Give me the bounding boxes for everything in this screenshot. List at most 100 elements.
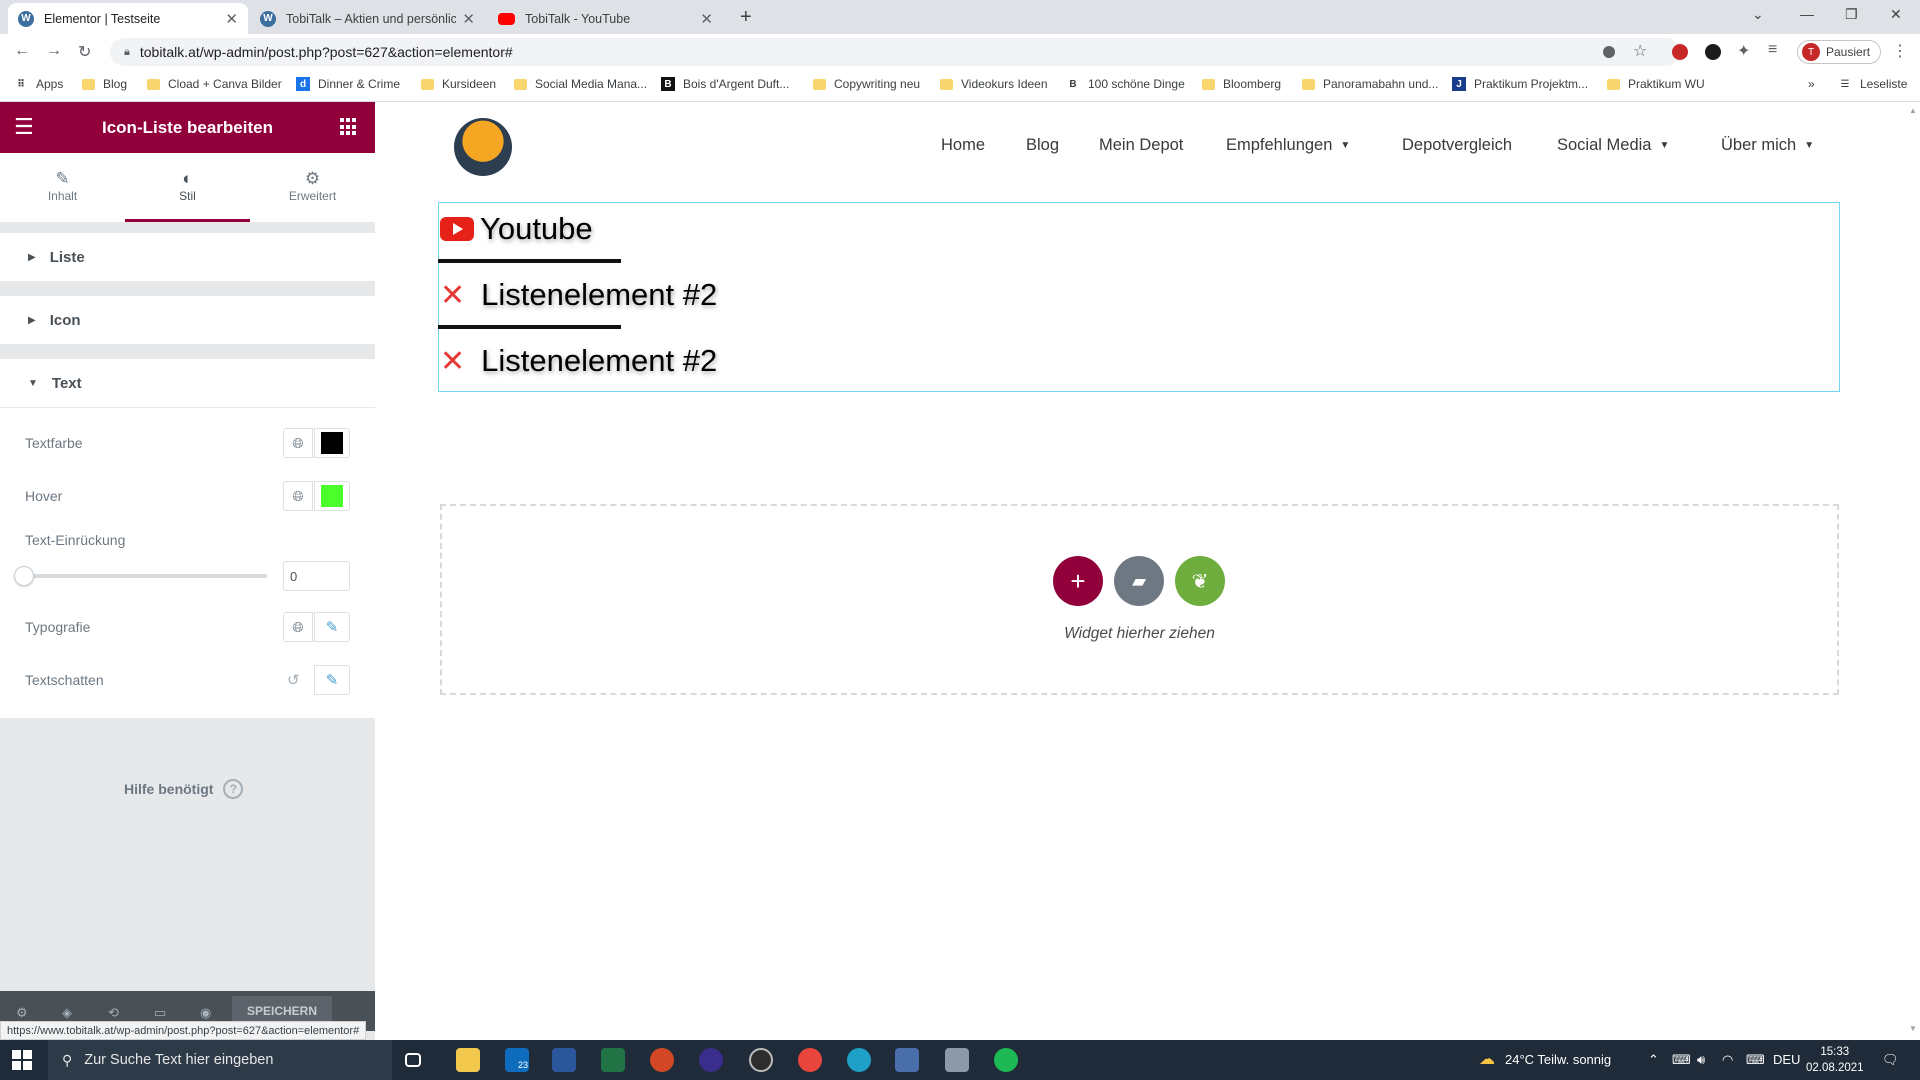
nav-social-media[interactable]: Social Media ▼: [1557, 136, 1669, 155]
back-icon[interactable]: ←: [14, 42, 30, 60]
language-indicator[interactable]: DEU: [1773, 1052, 1800, 1067]
browser-menu-icon[interactable]: ⋮: [1892, 41, 1908, 61]
volume-icon[interactable]: 🔊︎: [1697, 1052, 1705, 1068]
app-icon[interactable]: [945, 1048, 969, 1072]
word-icon[interactable]: [552, 1048, 576, 1072]
bookmark-social-media[interactable]: Social Media Mana...: [514, 77, 647, 91]
nav-depotvergleich[interactable]: Depotvergleich: [1402, 136, 1512, 155]
globe-icon[interactable]: 🌐︎: [283, 481, 313, 511]
task-view-icon[interactable]: [405, 1053, 421, 1067]
spotify-icon[interactable]: [994, 1048, 1018, 1072]
taskbar-search[interactable]: ⚲ Zur Suche Text hier eingeben: [48, 1040, 392, 1080]
obs-icon[interactable]: [749, 1048, 773, 1072]
tab-inhalt[interactable]: ✎ Inhalt: [0, 153, 125, 222]
app-icon[interactable]: [699, 1048, 723, 1072]
edge-icon[interactable]: [847, 1048, 871, 1072]
scroll-up-icon[interactable]: ▲: [1909, 106, 1917, 115]
nav-empfehlungen[interactable]: Empfehlungen ▼: [1226, 136, 1350, 155]
keyboard-icon[interactable]: ⌨: [1746, 1052, 1765, 1068]
help-link[interactable]: Hilfe benötigt ?: [124, 779, 244, 799]
tab-erweitert[interactable]: ⚙ Erweitert: [250, 153, 375, 222]
textschatten-edit-button[interactable]: ✎: [314, 665, 350, 695]
globe-icon[interactable]: 🌐︎: [283, 612, 313, 642]
powerpoint-icon[interactable]: [650, 1048, 674, 1072]
list-item[interactable]: ✕ Listenelement #2: [440, 277, 717, 313]
bookmark-bois[interactable]: B Bois d'Argent Duft...: [661, 77, 789, 91]
weather-text[interactable]: 24°C Teilw. sonnig: [1505, 1052, 1611, 1067]
address-bar[interactable]: 🔒︎ tobitalk.at/wp-admin/post.php?post=62…: [110, 38, 1680, 66]
bookmark-praktikum-wu[interactable]: Praktikum WU: [1607, 77, 1705, 91]
profile-button[interactable]: T Pausiert: [1797, 40, 1881, 64]
reset-icon[interactable]: ↺: [287, 671, 300, 689]
tab-stil[interactable]: ◐ Stil: [125, 153, 250, 222]
minimize-icon[interactable]: —: [1800, 6, 1814, 22]
zoom-icon[interactable]: [1603, 46, 1615, 58]
bookmark-praktikum-projekt[interactable]: J Praktikum Projektm...: [1452, 77, 1588, 91]
close-icon[interactable]: ✕: [462, 10, 475, 28]
scroll-down-icon[interactable]: ▼: [1909, 1024, 1917, 1033]
tray-chevron-icon[interactable]: ⌃: [1648, 1052, 1659, 1068]
tab-elementor[interactable]: W Elementor | Testseite ✕: [8, 3, 248, 34]
more-bookmarks-icon[interactable]: »: [1808, 77, 1815, 91]
history-icon[interactable]: ⟲: [108, 1005, 119, 1021]
bookmark-dinner[interactable]: d Dinner & Crime: [296, 77, 400, 91]
nav-mein-depot[interactable]: Mein Depot: [1099, 136, 1183, 155]
navigator-icon[interactable]: ◈: [62, 1005, 72, 1021]
bookmark-panoramabahn[interactable]: Panoramabahn und...: [1302, 77, 1438, 91]
notifications-icon[interactable]: 🗨︎: [1882, 1052, 1899, 1068]
file-explorer-icon[interactable]: [456, 1048, 480, 1072]
wifi-icon[interactable]: ◠: [1722, 1052, 1733, 1068]
bookmark-cload[interactable]: Cload + Canva Bilder: [147, 77, 282, 91]
reload-icon[interactable]: ↻: [78, 42, 91, 62]
bookmark-blog[interactable]: Blog: [82, 77, 127, 91]
nav-home[interactable]: Home: [941, 136, 985, 155]
bookmark-apps[interactable]: ⠿ Apps: [14, 77, 63, 91]
bookmark-kursideen[interactable]: Kursideen: [421, 77, 496, 91]
hover-color-picker[interactable]: [314, 481, 350, 511]
bookmark-bloomberg[interactable]: Bloomberg: [1202, 77, 1281, 91]
new-tab-icon[interactable]: +: [740, 6, 752, 29]
tab-tobitalk[interactable]: W TobiTalk – Aktien und persönliche ✕: [250, 3, 485, 34]
nav-ueber-mich[interactable]: Über mich ▼: [1721, 136, 1814, 155]
network-icon[interactable]: ⌨: [1672, 1052, 1691, 1068]
chrome-icon[interactable]: [798, 1048, 822, 1072]
section-icon[interactable]: ▶ Icon: [0, 296, 375, 344]
page-scrollbar[interactable]: ▲ ▼: [1906, 102, 1920, 1040]
section-text[interactable]: ▼ Text: [0, 359, 375, 407]
adblock-icon[interactable]: [1672, 44, 1688, 60]
app-icon[interactable]: [895, 1048, 919, 1072]
add-template-button[interactable]: ▰: [1114, 556, 1164, 606]
bookmark-100-dinge[interactable]: B 100 schöne Dinge: [1066, 77, 1184, 91]
windows-start-icon[interactable]: [12, 1050, 32, 1070]
reading-list[interactable]: ☰ Leseliste: [1838, 77, 1908, 91]
close-icon[interactable]: ✕: [700, 10, 713, 28]
restore-icon[interactable]: ❐: [1845, 6, 1858, 23]
list-item[interactable]: Youtube: [440, 211, 593, 247]
section-liste[interactable]: ▶ Liste: [0, 233, 375, 281]
media-icon[interactable]: ≡: [1768, 41, 1777, 59]
textfarbe-color-picker[interactable]: [314, 428, 350, 458]
excel-icon[interactable]: [601, 1048, 625, 1072]
forward-icon[interactable]: →: [46, 42, 62, 60]
site-logo[interactable]: [454, 118, 512, 176]
grammarly-icon[interactable]: [1705, 44, 1721, 60]
einrueckung-slider-handle[interactable]: [14, 566, 34, 586]
window-close-icon[interactable]: ✕: [1890, 6, 1902, 23]
einrueckung-slider-track[interactable]: [25, 574, 267, 578]
envato-kit-button[interactable]: ❦: [1175, 556, 1225, 606]
preview-eye-icon[interactable]: ◉: [200, 1005, 211, 1021]
clock[interactable]: 15:33 02.08.2021: [1806, 1044, 1864, 1076]
nav-blog[interactable]: Blog: [1026, 136, 1059, 155]
tab-youtube[interactable]: TobiTalk - YouTube ✕: [488, 3, 723, 34]
extensions-icon[interactable]: ✦: [1737, 41, 1750, 61]
typografie-edit-button[interactable]: ✎: [314, 612, 350, 642]
bookmark-videokurs[interactable]: Videokurs Ideen: [940, 77, 1048, 91]
tab-search-icon[interactable]: ⌄: [1752, 6, 1764, 23]
globe-icon[interactable]: 🌐︎: [283, 428, 313, 458]
bookmark-copywriting[interactable]: Copywriting neu: [813, 77, 920, 91]
list-item[interactable]: ✕ Listenelement #2: [440, 343, 717, 379]
responsive-icon[interactable]: ▭: [154, 1005, 166, 1021]
close-icon[interactable]: ✕: [225, 10, 238, 28]
add-section-button[interactable]: +: [1053, 556, 1103, 606]
settings-icon[interactable]: ⚙: [16, 1005, 28, 1021]
